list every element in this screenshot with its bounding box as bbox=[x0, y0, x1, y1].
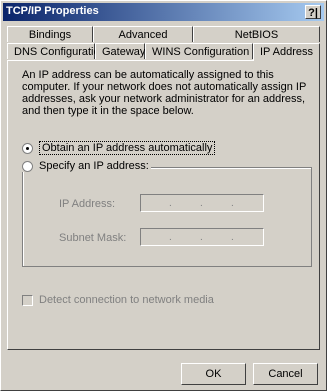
window-title: TCP/IP Properties bbox=[6, 5, 99, 17]
tab-dns-configuration[interactable]: DNS Configuration bbox=[7, 43, 106, 59]
ip-address-input[interactable]: . . . bbox=[140, 194, 264, 212]
tab-ip-address[interactable]: IP Address bbox=[253, 43, 320, 61]
ip-address-label: IP Address: bbox=[59, 198, 116, 210]
subnet-mask-input[interactable]: . . . bbox=[140, 228, 264, 246]
title-bar: TCP/IP Properties ?| bbox=[3, 3, 324, 21]
description-text: An IP address can be automatically assig… bbox=[22, 69, 307, 117]
obtain-auto-option[interactable]: Obtain an IP address automatically bbox=[22, 141, 216, 155]
tab-gateway[interactable]: Gateway bbox=[95, 43, 145, 59]
detect-connection-label: Detect connection to network media bbox=[39, 294, 214, 306]
specify-ip-groupbox: IP Address: . . . Subnet Mask: . . . bbox=[22, 167, 312, 267]
ip-address-panel: An IP address can be automatically assig… bbox=[7, 60, 320, 350]
tab-row-2: DNS Configuration Gateway WINS Configura… bbox=[7, 43, 320, 61]
obtain-auto-radio[interactable] bbox=[22, 142, 33, 154]
tab-netbios[interactable]: NetBIOS bbox=[193, 26, 320, 42]
ok-button[interactable]: OK bbox=[181, 363, 246, 385]
tab-advanced[interactable]: Advanced bbox=[93, 26, 193, 42]
specify-option[interactable]: Specify an IP address: bbox=[22, 160, 151, 172]
specify-radio[interactable] bbox=[22, 160, 33, 172]
help-button[interactable]: ?| bbox=[305, 5, 321, 19]
detect-connection-option[interactable]: Detect connection to network media bbox=[22, 294, 214, 306]
tcpip-properties-dialog: TCP/IP Properties ?| Bindings Advanced N… bbox=[0, 0, 327, 391]
cancel-button[interactable]: Cancel bbox=[253, 363, 318, 385]
detect-connection-checkbox[interactable] bbox=[22, 294, 33, 306]
obtain-auto-label: Obtain an IP address automatically bbox=[39, 141, 216, 155]
tab-bindings[interactable]: Bindings bbox=[7, 26, 93, 42]
tab-wins-configuration[interactable]: WINS Configuration bbox=[145, 43, 253, 59]
subnet-mask-label: Subnet Mask: bbox=[59, 232, 127, 244]
tab-row-1: Bindings Advanced NetBIOS bbox=[7, 26, 320, 43]
specify-label: Specify an IP address: bbox=[39, 160, 149, 172]
